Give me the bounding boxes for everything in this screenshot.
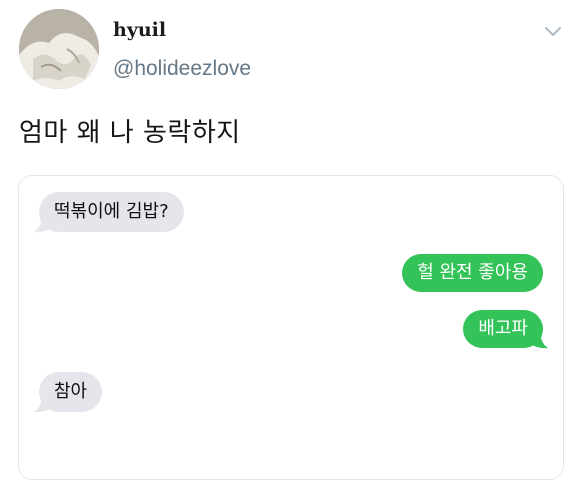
tweet-menu-button[interactable]: [543, 24, 563, 40]
chevron-down-icon: [545, 27, 561, 36]
display-name[interactable]: hyuil: [113, 19, 166, 41]
avatar[interactable]: [19, 9, 99, 89]
message-received: 참아: [34, 372, 103, 413]
message-bubble-received: 떡볶이에 김밥?: [39, 192, 184, 232]
tweet-text: 엄마 왜 나 농락하지: [19, 118, 241, 148]
avatar-image: [19, 9, 99, 89]
message-bubble-received: 참아: [39, 372, 103, 412]
message-bubble-sent: 배고파: [463, 310, 543, 348]
message-sent: 배고파: [463, 310, 548, 349]
user-handle[interactable]: @holideezlove: [113, 57, 251, 81]
message-bubble-sent: 헐 완전 좋아용: [402, 254, 543, 292]
message-received: 떡볶이에 김밥?: [34, 192, 184, 233]
message-sent: 헐 완전 좋아용: [402, 254, 543, 292]
chat-screenshot-card[interactable]: 떡볶이에 김밥? 헐 완전 좋아용 배고파 참아: [18, 175, 564, 480]
